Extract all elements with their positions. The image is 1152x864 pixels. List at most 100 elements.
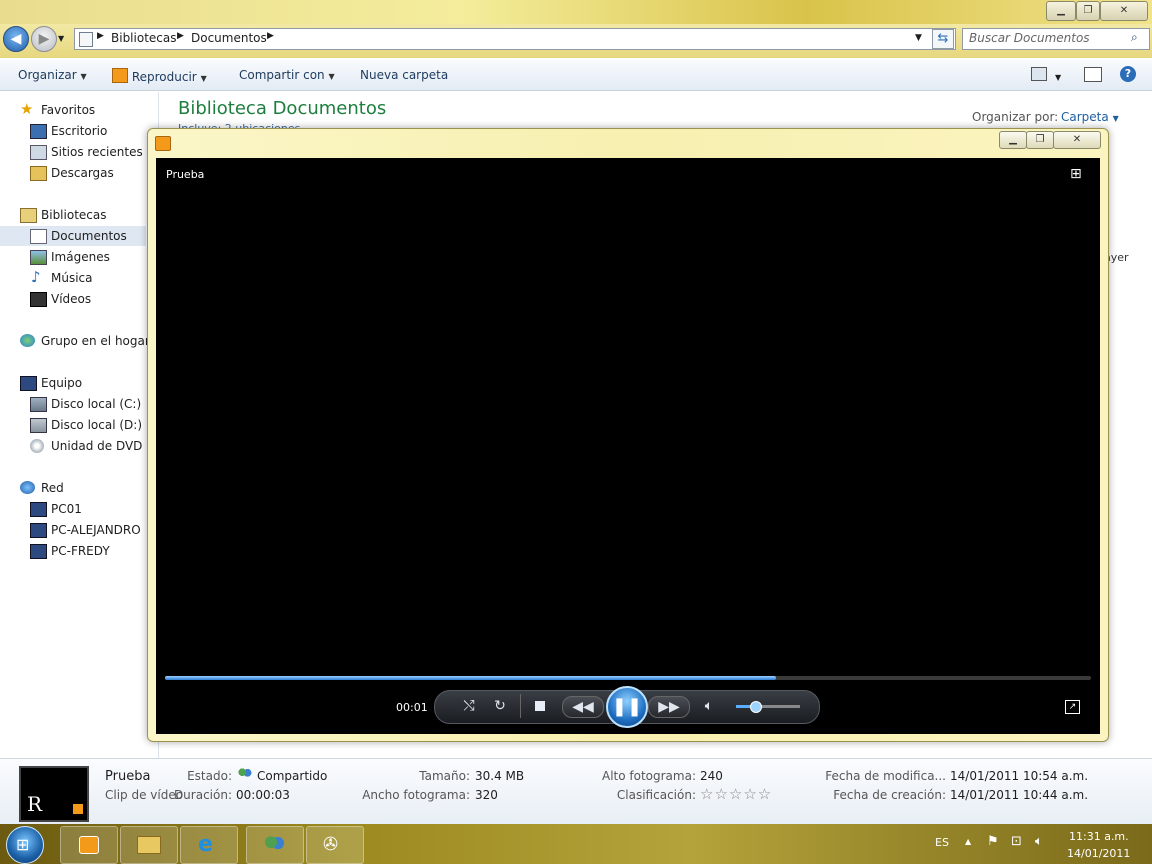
show-hidden-icons-icon[interactable]: ▲	[965, 837, 971, 846]
close-button[interactable]: ✕	[1100, 1, 1148, 21]
maximize-button[interactable]: ❐	[1076, 1, 1100, 21]
share-menu[interactable]: Compartir con ▼	[239, 68, 335, 82]
state-value: Compartido	[257, 769, 328, 783]
volume-tray-icon[interactable]: 🔈︎	[1035, 834, 1043, 849]
nav-downloads[interactable]: Descargas	[0, 163, 150, 183]
arrow-left-icon: ◀	[10, 31, 22, 47]
nav-images[interactable]: Imágenes	[0, 247, 150, 267]
homegroup-icon	[20, 334, 35, 347]
stop-icon[interactable]	[535, 701, 545, 711]
next-forward-icon[interactable]: ▶▶	[648, 696, 690, 718]
taskbar-internet-explorer[interactable]: e	[180, 826, 238, 864]
nav-pc-fredy[interactable]: PC-FREDY	[0, 541, 150, 561]
nav-computer-label: Equipo	[41, 376, 83, 390]
chevron-down-icon: ▼	[58, 34, 65, 43]
repeat-icon[interactable]: ↻	[491, 698, 509, 714]
breadcrumb-documentos[interactable]: Documentos	[191, 31, 267, 45]
previous-rewind-icon[interactable]: ◀◀	[562, 696, 604, 718]
switch-to-library-icon[interactable]: ⊞	[1070, 166, 1082, 182]
app-logo-icon: ✇	[323, 834, 339, 855]
drive-icon	[30, 418, 47, 433]
nav-pc01[interactable]: PC01	[0, 499, 150, 519]
taskbar-media-player[interactable]	[60, 826, 118, 864]
media-player-icon	[155, 136, 171, 151]
fullscreen-icon[interactable]: ↗	[1065, 700, 1080, 714]
help-icon[interactable]: ?	[1120, 66, 1136, 82]
nav-favorites-label: Favoritos	[41, 103, 96, 117]
search-input[interactable]: Buscar Documentos ⌕	[962, 28, 1150, 50]
refresh-button[interactable]: ⇆	[932, 29, 954, 49]
music-note-icon: ♪	[31, 268, 41, 286]
nav-documents[interactable]: Documentos	[0, 226, 146, 246]
action-center-flag-icon[interactable]: ⚑	[987, 834, 999, 849]
preview-pane-icon[interactable]	[1084, 67, 1102, 82]
downloads-folder-icon	[30, 166, 47, 181]
player-title: Prueba	[166, 168, 205, 181]
address-bar[interactable]: ▶ Bibliotecas ▶ Documentos ▶ ▼	[74, 28, 956, 50]
clock-time[interactable]: 11:31 a.m.	[1069, 830, 1129, 843]
chevron-down-icon: ▼	[328, 72, 335, 81]
volume-icon[interactable]: 🔈︎	[700, 698, 718, 714]
view-dropdown-icon[interactable]: ▼	[1055, 69, 1061, 83]
nav-favorites[interactable]: ★ Favoritos	[0, 100, 150, 120]
recent-places-icon	[30, 145, 47, 160]
nav-homegroup[interactable]: Grupo en el hogar	[0, 331, 150, 351]
view-icon[interactable]	[1031, 67, 1047, 81]
organize-menu[interactable]: Organizar ▼	[18, 68, 87, 82]
language-indicator[interactable]: ES	[935, 836, 949, 849]
minimize-button[interactable]: ▁	[1046, 1, 1076, 21]
computer-icon	[30, 544, 47, 559]
pictures-icon	[30, 250, 47, 265]
nav-dvd-label: Unidad de DVD (E:)	[51, 439, 146, 453]
nav-desktop[interactable]: Escritorio	[0, 121, 150, 141]
nav-videos[interactable]: Vídeos	[0, 289, 150, 309]
nav-libraries[interactable]: Bibliotecas	[0, 205, 150, 225]
new-folder-button[interactable]: Nueva carpeta	[360, 68, 448, 82]
computer-icon	[20, 376, 37, 391]
organize-by-dropdown[interactable]: Carpeta ▼	[1061, 110, 1119, 124]
player-close-button[interactable]: ✕	[1053, 131, 1101, 149]
back-button[interactable]: ◀	[3, 26, 29, 52]
search-placeholder: Buscar Documentos	[969, 31, 1090, 45]
volume-slider-thumb[interactable]	[750, 701, 762, 713]
breadcrumb-separator-icon: ▶	[267, 31, 274, 41]
libraries-icon	[20, 208, 37, 223]
nav-homegroup-label: Grupo en el hogar	[41, 334, 150, 348]
windows-logo-icon: ⊞	[16, 835, 30, 854]
nav-recent-label: Sitios recientes	[51, 145, 143, 159]
video-area[interactable]	[156, 158, 1100, 734]
breadcrumb-bibliotecas[interactable]: Bibliotecas	[111, 31, 176, 45]
network-icon	[20, 481, 35, 494]
taskbar-app[interactable]: ✇	[306, 826, 364, 864]
history-dropdown-button[interactable]: ▼	[58, 34, 64, 43]
start-button[interactable]: ⊞	[6, 826, 44, 864]
nav-recent[interactable]: Sitios recientes	[0, 142, 150, 162]
nav-documents-label: Documentos	[51, 229, 127, 243]
nav-network[interactable]: Red	[0, 478, 150, 498]
pause-button[interactable]: ❚❚	[606, 686, 648, 728]
nav-music[interactable]: ♪ Música	[0, 268, 150, 288]
address-dropdown-icon[interactable]: ▼	[915, 33, 922, 43]
forward-button[interactable]: ▶	[31, 26, 57, 52]
control-divider	[520, 694, 521, 718]
nav-computer[interactable]: Equipo	[0, 373, 150, 393]
rating-stars[interactable]: ☆☆☆☆☆	[700, 785, 772, 803]
nav-dvd[interactable]: Unidad de DVD (E:)	[0, 436, 146, 456]
rating-label: Clasificación:	[616, 788, 696, 802]
shuffle-icon[interactable]: ⤭	[460, 698, 478, 714]
network-tray-icon[interactable]: ⊡	[1011, 834, 1022, 849]
nav-disk-c[interactable]: Disco local (C:)	[0, 394, 150, 414]
play-label: Reproducir	[131, 70, 197, 84]
nav-disk-d[interactable]: Disco local (D:)	[0, 415, 150, 435]
taskbar-explorer[interactable]	[120, 826, 178, 864]
file-thumbnail: R	[19, 766, 89, 822]
document-icon	[30, 229, 47, 244]
share-label: Compartir con	[239, 68, 325, 82]
player-minimize-button[interactable]: ▁	[999, 131, 1027, 149]
play-menu[interactable]: Reproducir ▼	[112, 68, 207, 84]
chevron-down-icon: ▼	[1112, 114, 1119, 123]
clock-date[interactable]: 14/01/2011	[1067, 847, 1130, 860]
nav-pc-alejandro[interactable]: PC-ALEJANDRO	[0, 520, 150, 540]
player-maximize-button[interactable]: ❐	[1026, 131, 1054, 149]
taskbar-messenger[interactable]	[246, 826, 304, 864]
